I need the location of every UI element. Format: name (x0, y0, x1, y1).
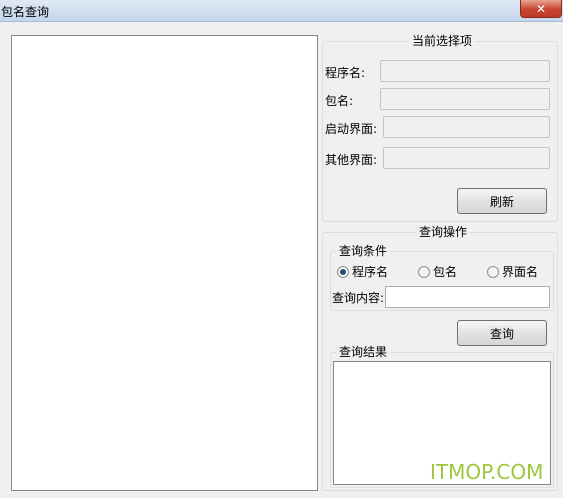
radio-program-name-label: 程序名 (352, 265, 389, 279)
radio-button-icon[interactable] (487, 265, 499, 278)
package-name-field (380, 88, 550, 110)
query-result-title: 查询结果 (336, 345, 391, 359)
watermark-text: ITMOP.COM (430, 460, 544, 484)
radio-program-name[interactable]: 程序名 (337, 263, 388, 280)
other-activity-field (383, 147, 550, 169)
launch-activity-label: 启动界面: (325, 122, 378, 136)
refresh-button[interactable]: 刷新 (457, 188, 547, 214)
close-button[interactable]: ✕ (520, 0, 562, 18)
app-list[interactable] (11, 35, 318, 491)
query-content-label: 查询内容: (332, 291, 385, 305)
radio-button-icon[interactable] (418, 265, 430, 278)
window-title: 包名查询 (1, 5, 50, 19)
radio-activity-name-label: 界面名 (502, 265, 539, 279)
radio-button-icon[interactable] (337, 265, 349, 278)
launch-activity-field (383, 116, 550, 138)
radio-package-name[interactable]: 包名 (418, 263, 457, 280)
query-button[interactable]: 查询 (457, 320, 547, 346)
query-condition-title: 查询条件 (336, 244, 391, 258)
query-title: 查询操作 (416, 225, 471, 239)
close-icon: ✕ (535, 1, 547, 16)
radio-activity-name[interactable]: 界面名 (487, 263, 538, 280)
program-name-label: 程序名: (325, 66, 366, 80)
current-selection-title: 当前选择项 (409, 34, 476, 48)
program-name-field (380, 60, 550, 82)
radio-package-name-label: 包名 (433, 265, 458, 279)
other-activity-label: 其他界面: (325, 153, 378, 167)
query-content-input[interactable] (385, 286, 550, 308)
package-name-label: 包名: (325, 94, 354, 108)
title-bar: 包名查询 ✕ (0, 0, 563, 22)
